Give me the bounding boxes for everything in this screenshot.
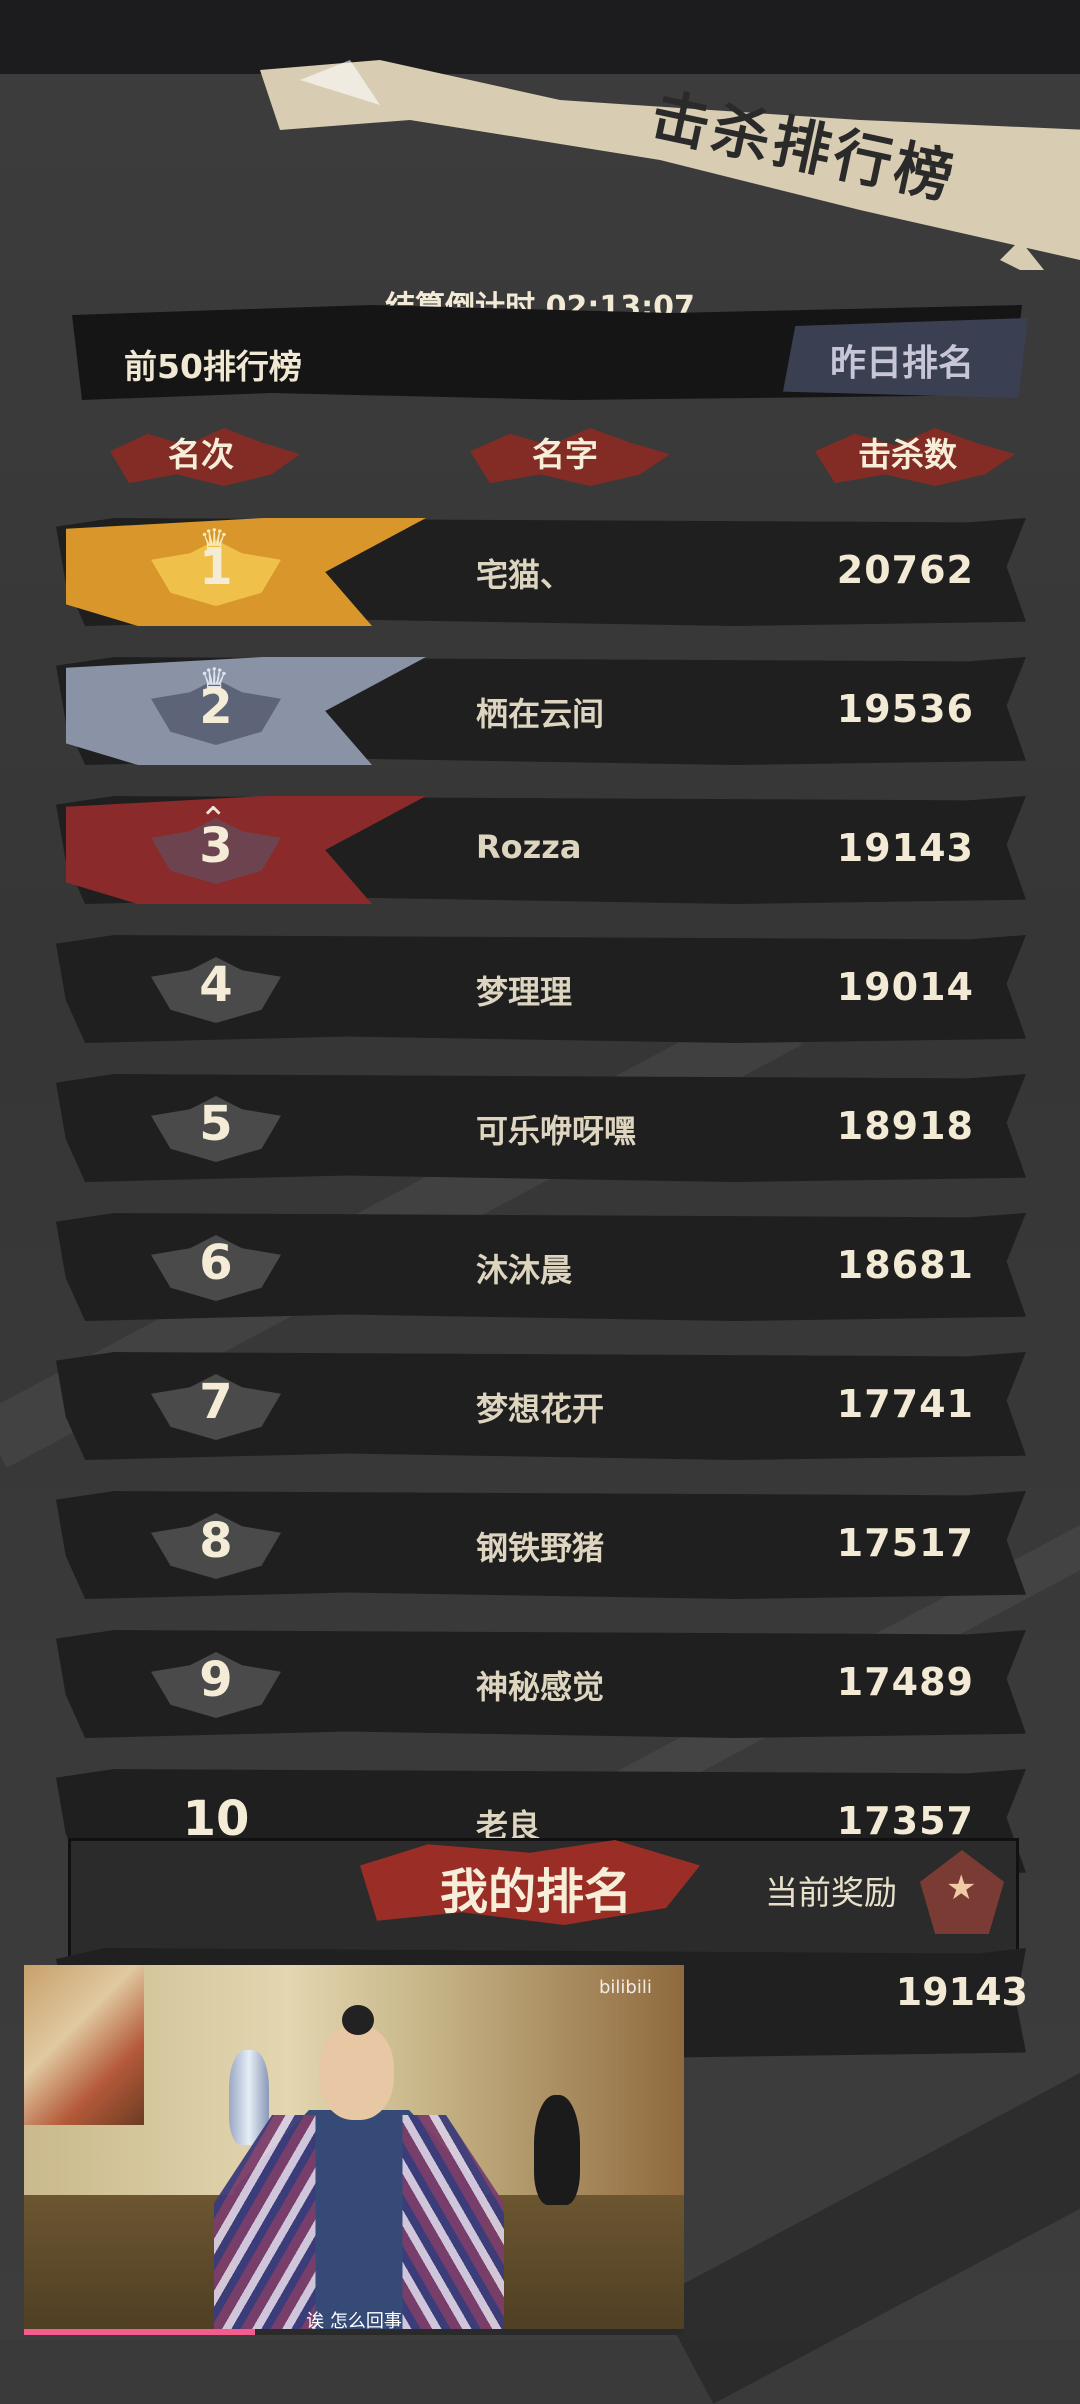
video-person — [214, 2005, 504, 2335]
kill-count: 17357 — [836, 1799, 974, 1843]
player-name: 沐沐晨 — [476, 1251, 573, 1289]
kill-count: 17517 — [836, 1521, 974, 1565]
player-name: 栖在云间 — [476, 695, 605, 733]
player-name: Rozza — [476, 828, 582, 866]
header-rank: 名次 — [168, 435, 234, 474]
kill-count: 17741 — [836, 1382, 974, 1426]
header-kills: 击杀数 — [858, 435, 957, 474]
kill-count: 19536 — [836, 687, 974, 731]
rank-number: 2 — [199, 679, 233, 735]
kill-count: 18918 — [836, 1104, 974, 1148]
rank-number: 5 — [199, 1096, 233, 1152]
kill-count: 18681 — [836, 1243, 974, 1287]
leaderboard-row[interactable]: 5 可乐咿呀嘿 18918 — [56, 1074, 1026, 1182]
leaderboard-row[interactable]: 6 沐沐晨 18681 — [56, 1213, 1026, 1321]
header-name: 名字 — [532, 435, 598, 474]
rank-number: 7 — [199, 1374, 233, 1430]
player-name: 神秘感觉 — [476, 1668, 605, 1706]
leaderboard-row[interactable]: 7 梦想花开 17741 — [56, 1352, 1026, 1460]
leaderboard-row[interactable]: 4 梦理理 19014 — [56, 935, 1026, 1043]
my-rank-title: 我的排名 — [440, 1864, 633, 1920]
leaderboard-row[interactable]: ♛ 1 宅猫、 20762 — [56, 518, 1026, 626]
video-progress-bar[interactable] — [24, 2329, 684, 2335]
rank-number: 1 — [199, 540, 233, 596]
leaderboard-row[interactable]: 8 钢铁野猪 17517 — [56, 1491, 1026, 1599]
person-head — [319, 2025, 394, 2120]
bilibili-watermark: bilibili — [599, 1977, 652, 1998]
kill-count: 19014 — [836, 965, 974, 1009]
leaderboard-row[interactable]: ⌃ 3 Rozza 19143 — [56, 796, 1026, 904]
player-name: 梦理理 — [476, 973, 573, 1011]
player-name: 钢铁野猪 — [476, 1529, 605, 1567]
rank-number: 8 — [199, 1513, 233, 1569]
kill-count: 20762 — [836, 548, 974, 592]
video-wall-painting — [24, 1965, 144, 2125]
video-vase — [534, 2095, 580, 2205]
current-reward-label: 当前奖励 — [765, 1873, 897, 1912]
yesterday-ranking-label[interactable]: 昨日排名 — [830, 334, 974, 386]
star-icon: ★ — [946, 1868, 977, 1908]
player-name: 可乐咿呀嘿 — [476, 1112, 637, 1150]
video-progress-fill — [24, 2329, 255, 2335]
rank-number: 6 — [199, 1235, 233, 1291]
player-name: 梦想花开 — [476, 1390, 605, 1428]
rank-number: 4 — [199, 957, 233, 1013]
floating-video-player[interactable]: bilibili 诶 怎么回事 — [24, 1965, 684, 2335]
my-kill-count: 19143 — [895, 1970, 1028, 2014]
kill-count: 17489 — [836, 1660, 974, 1704]
rank-number: 3 — [199, 818, 233, 874]
player-name: 宅猫、 — [476, 556, 573, 594]
leaderboard-row[interactable]: ♛ 2 栖在云间 19536 — [56, 657, 1026, 765]
rank-number: 9 — [199, 1652, 233, 1708]
kill-count: 19143 — [836, 826, 974, 870]
person-topknot — [342, 2005, 374, 2035]
top50-label: 前50排行榜 — [124, 347, 302, 386]
leaderboard-row[interactable]: 9 神秘感觉 17489 — [56, 1630, 1026, 1738]
